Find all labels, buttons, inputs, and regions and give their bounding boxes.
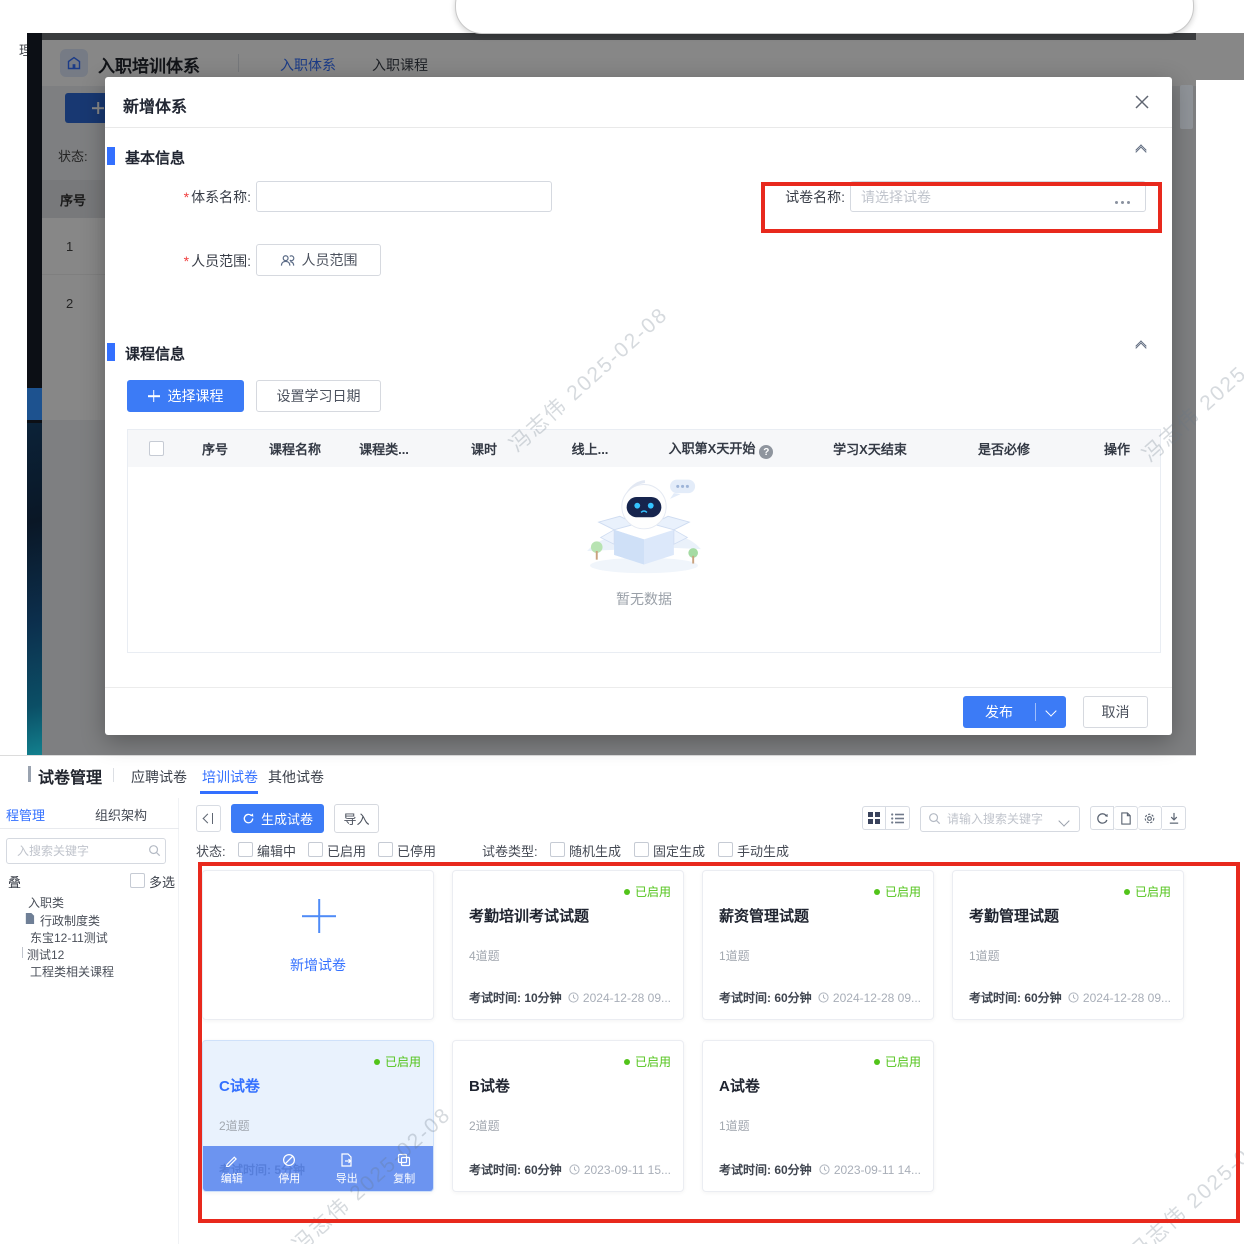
pm-title: 试卷管理 — [38, 764, 102, 788]
page-scrollbar-thumb[interactable] — [1180, 85, 1193, 129]
empty-robot-illustration — [581, 470, 707, 578]
left-tab-org[interactable]: 组织架构 — [95, 805, 147, 824]
pm-tab-underline — [200, 791, 258, 794]
tree-item[interactable]: 测试12 — [27, 946, 64, 963]
search-icon — [148, 844, 161, 862]
filter-random[interactable]: 随机生成 — [569, 841, 621, 860]
paper-search-input[interactable] — [920, 806, 1080, 832]
pm-title-divider — [113, 768, 114, 782]
settings-button[interactable] — [1138, 806, 1162, 830]
select-all-checkbox[interactable] — [149, 441, 164, 456]
generate-paper-button[interactable]: 生成试卷 — [231, 804, 324, 833]
filter-checkbox[interactable] — [718, 842, 733, 857]
publish-split-button[interactable]: 发布 — [963, 696, 1066, 728]
system-name-input[interactable] — [256, 181, 552, 212]
empty-text: 暂无数据 — [128, 589, 1160, 609]
course-table: 序号 课程名称 课程类... 课时 线上... 入职第X天开始? 学习X天结束 … — [127, 429, 1161, 653]
generate-icon — [242, 812, 255, 825]
sidebar-active-item[interactable] — [27, 388, 42, 420]
annotation-box-card-grid — [198, 862, 1240, 1223]
filter-checkbox[interactable] — [238, 842, 253, 857]
modal-title: 新增体系 — [123, 93, 187, 117]
filter-fixed[interactable]: 固定生成 — [653, 841, 705, 860]
gear-icon — [1143, 812, 1156, 825]
filter-checkbox[interactable] — [634, 842, 649, 857]
people-scope-button-label: 人员范围 — [302, 250, 358, 270]
search-icon — [928, 812, 941, 830]
publish-label[interactable]: 发布 — [963, 702, 1035, 722]
sidebar-bg-image — [27, 423, 42, 755]
tree-item[interactable]: 行政制度类 — [40, 912, 100, 929]
required-mark: * — [184, 189, 189, 205]
collapsed-sidebar[interactable] — [27, 33, 42, 755]
tree-item[interactable]: 入职类 — [28, 894, 64, 911]
browser-omnibox[interactable] — [455, 0, 1194, 34]
fold-label[interactable]: 叠 — [8, 872, 21, 891]
tree-item-indicator — [22, 947, 23, 958]
file-icon — [24, 912, 35, 930]
system-name-label: *体系名称: — [105, 187, 251, 207]
section-marker — [107, 147, 115, 165]
close-icon[interactable] — [1133, 93, 1151, 111]
people-icon — [280, 254, 295, 267]
export-page-button[interactable] — [1114, 806, 1138, 830]
basic-section-title: 基本信息 — [125, 147, 185, 168]
dim-overlay-top — [42, 33, 1244, 80]
publish-dropdown[interactable] — [1036, 710, 1066, 715]
tree-item[interactable]: 东宝12-11测试 — [30, 929, 108, 946]
set-study-date-button[interactable]: 设置学习日期 — [256, 380, 381, 412]
tree-item[interactable]: 工程类相关课程 — [30, 963, 114, 980]
multi-select-label: 多选 — [149, 872, 175, 891]
collapse-panel-button[interactable] — [196, 805, 221, 832]
plus-icon — [148, 390, 160, 402]
left-tab-course-mgmt[interactable]: 程管理 — [6, 805, 45, 824]
pm-left-panel: 程管理 组织架构 叠 多选 入职类 行政制度类 东宝12-11测试 测试12 工… — [0, 798, 179, 1244]
filter-editing[interactable]: 编辑中 — [257, 841, 296, 860]
modal-footer-divider — [105, 687, 1172, 688]
filter-checkbox[interactable] — [308, 842, 323, 857]
section-marker — [107, 343, 115, 361]
download-icon — [1168, 812, 1180, 825]
tab-training-papers[interactable]: 培训试卷 — [202, 767, 258, 787]
type-filter-label: 试卷类型: — [482, 841, 538, 860]
collapse-course-icon[interactable] — [1137, 345, 1145, 349]
download-button[interactable] — [1162, 806, 1186, 830]
filter-enabled[interactable]: 已启用 — [327, 841, 366, 860]
pm-title-marker — [28, 766, 31, 782]
list-view-icon — [891, 813, 904, 824]
people-scope-button[interactable]: 人员范围 — [256, 244, 381, 276]
add-system-modal: 新增体系 基本信息 *体系名称: 试卷名称: *人员范围: — [105, 77, 1172, 735]
refresh-icon — [1096, 812, 1109, 825]
view-toggle-group — [862, 806, 910, 830]
bottom-section-divider — [0, 755, 1196, 756]
required-mark: * — [184, 253, 189, 269]
list-view-button[interactable] — [886, 806, 910, 830]
annotation-box-paper-field — [761, 182, 1162, 233]
tab-recruit-papers[interactable]: 应聘试卷 — [131, 767, 187, 787]
cancel-button[interactable]: 取消 — [1083, 696, 1148, 728]
select-course-button[interactable]: 选择课程 — [127, 380, 244, 412]
course-table-header: 序号 课程名称 课程类... 课时 线上... 入职第X天开始? 学习X天结束 … — [128, 430, 1160, 467]
filter-manual[interactable]: 手动生成 — [737, 841, 789, 860]
tab-other-papers[interactable]: 其他试卷 — [268, 767, 324, 787]
refresh-button[interactable] — [1090, 806, 1114, 830]
filter-checkbox[interactable] — [550, 842, 565, 857]
status-filter-label: 状态: — [196, 841, 226, 860]
document-icon — [1120, 812, 1132, 825]
grid-view-button[interactable] — [862, 806, 886, 830]
collapse-basic-icon[interactable] — [1137, 149, 1145, 153]
empty-state: 暂无数据 — [128, 470, 1160, 609]
import-button[interactable]: 导入 — [334, 804, 379, 833]
screen: 理 入职培训体系 入职体系 入职课程 新 状态: 序号 — [0, 0, 1244, 1244]
toolbar-icon-group — [1090, 806, 1186, 830]
course-section-title: 课程信息 — [125, 343, 185, 364]
grid-view-icon — [868, 812, 880, 824]
multi-select-checkbox[interactable] — [130, 873, 145, 888]
tree-search-input[interactable] — [6, 838, 166, 864]
filter-disabled[interactable]: 已停用 — [397, 841, 436, 860]
people-scope-label: *人员范围: — [105, 251, 251, 271]
modal-header — [105, 77, 1172, 128]
help-icon[interactable]: ? — [759, 445, 773, 459]
filter-checkbox[interactable] — [378, 842, 393, 857]
